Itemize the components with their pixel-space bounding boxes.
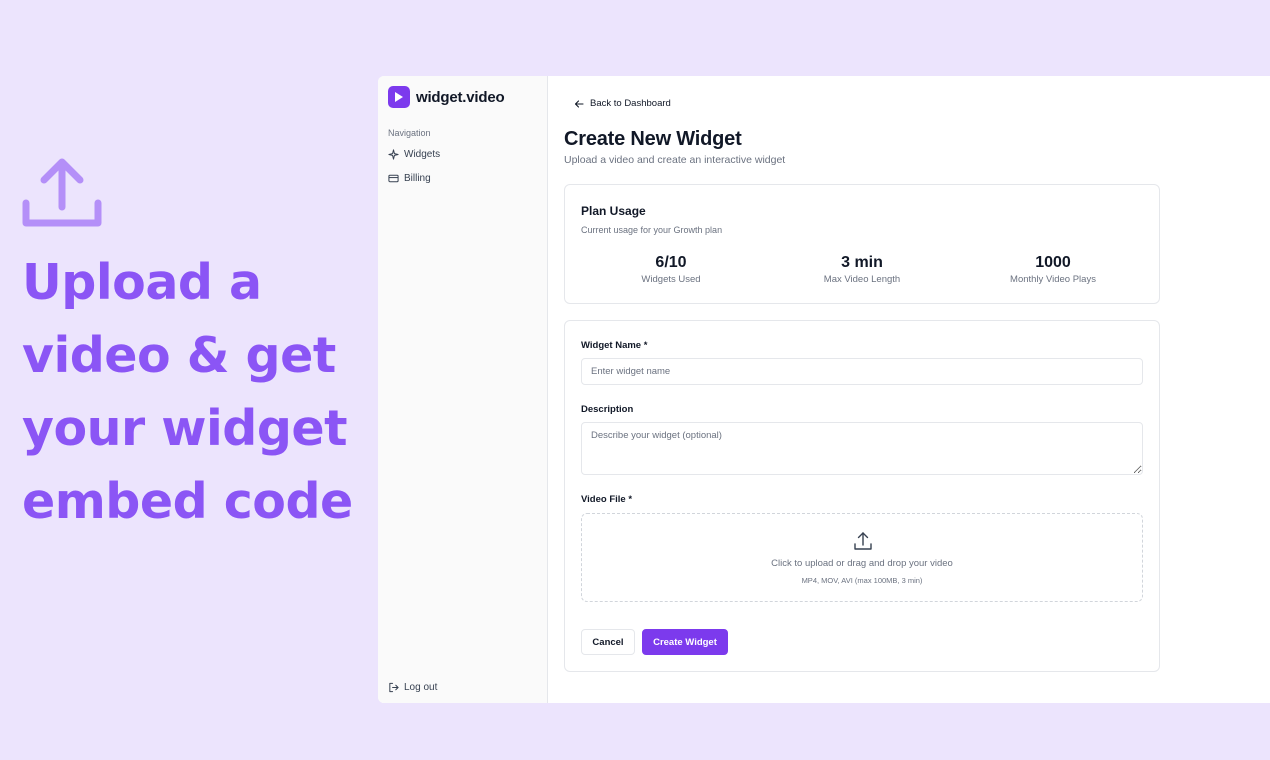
logout-button[interactable]: Log out — [388, 682, 437, 693]
brand[interactable]: widget.video — [388, 86, 505, 108]
nav-caption: Navigation — [388, 128, 431, 138]
sidebar: widget.video Navigation Widgets Billing … — [378, 76, 548, 703]
dropzone-text: Click to upload or drag and drop your vi… — [771, 558, 953, 569]
sidebar-item-label: Widgets — [404, 149, 441, 160]
video-file-label: Video File * — [581, 494, 633, 505]
logout-icon — [389, 682, 399, 693]
play-logo-icon — [388, 86, 410, 108]
create-widget-button[interactable]: Create Widget — [642, 629, 728, 655]
stat-value: 6/10 — [655, 254, 687, 271]
dropzone-hint: MP4, MOV, AVI (max 100MB, 3 min) — [801, 576, 923, 585]
plan-usage-subtitle: Current usage for your Growth plan — [581, 225, 723, 235]
sidebar-item-widgets[interactable]: Widgets — [388, 149, 440, 160]
arrow-left-icon — [574, 99, 584, 108]
back-label: Back to Dashboard — [590, 98, 671, 109]
description-textarea[interactable] — [581, 422, 1143, 475]
app-window: widget.video Navigation Widgets Billing … — [378, 76, 1270, 703]
hero-line: video & get — [22, 327, 336, 384]
video-dropzone[interactable]: Click to upload or drag and drop your vi… — [581, 513, 1143, 602]
plan-usage-title: Plan Usage — [581, 204, 646, 218]
hero-line: embed code — [22, 473, 353, 530]
stat-widgets-used: 6/10 Widgets Used — [581, 254, 761, 285]
logout-label: Log out — [404, 682, 438, 693]
stat-monthly-video-plays: 1000 Monthly Video Plays — [963, 254, 1143, 285]
hero-line: Upload a — [22, 254, 262, 311]
stat-value: 1000 — [1035, 254, 1071, 271]
upload-icon — [854, 532, 872, 550]
back-to-dashboard-link[interactable]: Back to Dashboard — [574, 98, 671, 109]
plan-usage-card: Plan Usage Current usage for your Growth… — [564, 184, 1160, 304]
brand-name: widget.video — [416, 88, 505, 106]
page-title: Create New Widget — [564, 128, 742, 150]
stat-label: Widgets Used — [641, 274, 701, 285]
main-content: Back to Dashboard Create New Widget Uplo… — [564, 76, 1160, 703]
widget-name-input[interactable] — [581, 358, 1143, 385]
credit-card-icon — [388, 174, 399, 183]
widget-name-label: Widget Name * — [581, 340, 648, 351]
sparkle-icon — [388, 149, 399, 160]
create-widget-form: Widget Name * Description Video File * C… — [564, 320, 1160, 672]
cancel-button[interactable]: Cancel — [581, 629, 635, 655]
stat-label: Monthly Video Plays — [1010, 274, 1096, 285]
hero-line: your widget — [22, 400, 348, 457]
hero-headline: Upload a video & get your widget embed c… — [22, 246, 362, 538]
description-label: Description — [581, 404, 634, 415]
stat-max-video-length: 3 min Max Video Length — [772, 254, 952, 285]
upload-icon — [22, 157, 102, 229]
page-subtitle: Upload a video and create an interactive… — [564, 154, 786, 166]
stat-value: 3 min — [841, 254, 883, 271]
sidebar-item-billing[interactable]: Billing — [388, 173, 431, 184]
stat-label: Max Video Length — [823, 274, 901, 285]
sidebar-item-label: Billing — [404, 173, 431, 184]
